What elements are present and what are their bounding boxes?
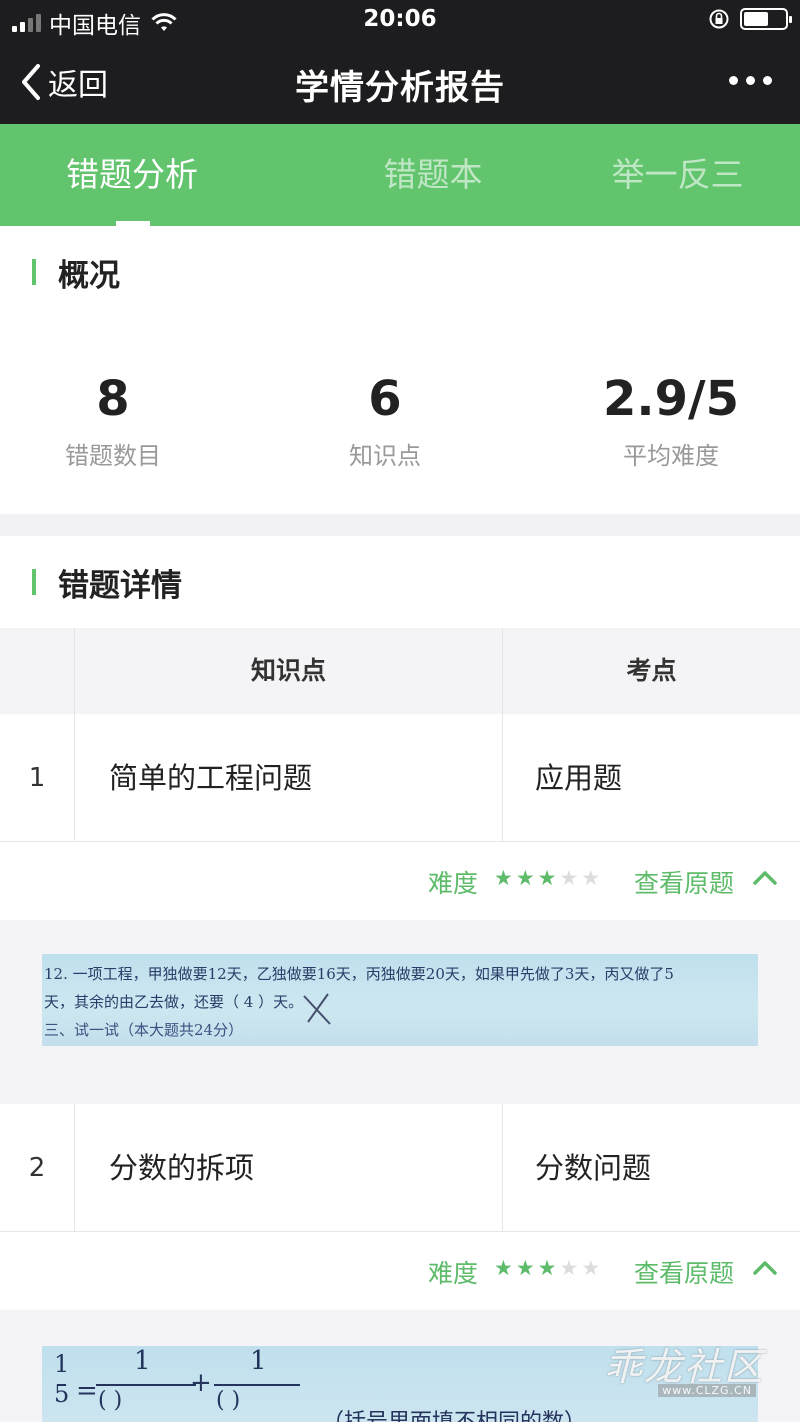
overview-header: 概况 — [0, 226, 800, 316]
table-header: 知识点 考点 — [0, 628, 800, 714]
status-bar: 中国电信 20:06 — [0, 0, 800, 40]
watermark-url: www.CLZG.CN — [658, 1384, 756, 1397]
row-topic: 应用题 — [502, 714, 800, 842]
question-image-area: 12. 一项工程，甲独做要12天，乙独做要16天，丙独做要20天，如果甲先做了3… — [0, 920, 800, 1104]
stat-label: 错题数目 — [65, 442, 161, 470]
question-text: 12. 一项工程，甲独做要12天，乙独做要16天，丙独做要20天，如果甲先做了3… — [42, 954, 758, 1044]
fraction-blank: ( ) — [216, 1388, 241, 1413]
chevron-up-icon[interactable] — [752, 1260, 778, 1276]
difficulty-label: 难度 — [428, 869, 479, 898]
fraction-blank: ( ) — [98, 1388, 123, 1413]
cross-mark-icon — [303, 993, 331, 1025]
tab-bar: 错题分析 错题本 举一反三 — [0, 124, 800, 226]
tab-wrong-book[interactable]: 错题本 — [311, 124, 556, 226]
fraction-numerator: 1 — [250, 1346, 267, 1376]
star-icon: ★ — [494, 1256, 513, 1280]
fraction-bar — [214, 1384, 300, 1386]
stat-label: 平均难度 — [623, 442, 719, 470]
stat-wrong-count: 8 错题数目 — [0, 366, 243, 476]
stat-value: 8 — [96, 371, 130, 427]
stat-knowledge-points: 6 知识点 — [255, 366, 515, 476]
row-index: 1 — [28, 763, 46, 793]
status-time: 20:06 — [363, 6, 437, 32]
watermark-logo: 乖龙社区 — [603, 1345, 764, 1389]
table-row: 2 分数的拆项 分数问题 — [0, 1104, 800, 1232]
details-header: 错题详情 — [0, 536, 800, 628]
star-icon: ★ — [559, 866, 579, 890]
star-icon: ★ — [581, 1256, 601, 1280]
star-icon: ★ — [494, 866, 513, 890]
status-right — [708, 8, 792, 30]
details-title: 错题详情 — [58, 568, 182, 604]
battery-icon — [740, 8, 792, 30]
stat-avg-difficulty: 2.9/5 平均难度 — [541, 366, 800, 476]
chevron-up-icon[interactable] — [752, 870, 778, 886]
difficulty-label: 难度 — [428, 1259, 479, 1288]
equals-sign: = — [76, 1376, 98, 1406]
question-line: 天，其余的由乙去做，还要（ 4 ）天。 — [44, 993, 304, 1011]
section-marker — [32, 259, 36, 285]
stat-value: 6 — [368, 371, 402, 427]
column-header-topic: 考点 — [502, 628, 800, 714]
fraction-numerator: 1 — [54, 1350, 70, 1378]
tab-practice[interactable]: 举一反三 — [555, 124, 800, 226]
view-original-button[interactable]: 查看原题 — [634, 864, 734, 900]
section-divider — [0, 514, 800, 536]
more-dot-icon — [746, 76, 755, 85]
question-line: 三、试一试（本大题共24分） — [44, 1021, 244, 1039]
fraction-numerator: 1 — [134, 1346, 151, 1376]
question-line: 12. 一项工程，甲独做要12天，乙独做要16天，丙独做要20天，如果甲先做了3… — [44, 965, 674, 983]
fraction-bar — [96, 1384, 196, 1386]
row-knowledge-point: 简单的工程问题 — [74, 714, 502, 842]
row-knowledge-point: 分数的拆项 — [74, 1104, 502, 1232]
star-icon: ★ — [581, 866, 601, 890]
rotation-lock-icon — [709, 9, 729, 29]
star-icon: ★ — [515, 1256, 535, 1280]
plus-sign: + — [190, 1368, 212, 1398]
difficulty-rating: ★ ★ ★ ★ ★ — [494, 1256, 600, 1280]
fraction-denominator: 5 — [54, 1380, 70, 1408]
overview-title: 概况 — [58, 258, 120, 294]
star-icon: ★ — [537, 866, 557, 890]
view-original-button[interactable]: 查看原题 — [634, 1254, 734, 1290]
overview-stats: 8 错题数目 6 知识点 2.9/5 平均难度 — [0, 316, 800, 514]
page-title: 学情分析报告 — [295, 68, 505, 108]
more-button[interactable] — [729, 76, 772, 85]
question-image: 12. 一项工程，甲独做要12天，乙独做要16天，丙独做要20天，如果甲先做了3… — [42, 954, 758, 1046]
table-row: 1 简单的工程问题 应用题 — [0, 714, 800, 842]
nav-bar: 返回 学情分析报告 — [0, 40, 800, 124]
more-dot-icon — [763, 76, 772, 85]
stat-value: 2.9/5 — [603, 371, 739, 427]
difficulty-rating: ★ ★ ★ ★ ★ — [494, 866, 600, 890]
stat-label: 知识点 — [349, 442, 421, 470]
more-dot-icon — [729, 76, 738, 85]
tab-wrong-analysis[interactable]: 错题分析 — [0, 124, 311, 226]
row-meta: 难度 ★ ★ ★ ★ ★ 查看原题 — [0, 1232, 800, 1310]
row-meta: 难度 ★ ★ ★ ★ ★ 查看原题 — [0, 842, 800, 920]
star-icon: ★ — [537, 1256, 557, 1280]
star-icon: ★ — [559, 1256, 579, 1280]
question-note: （括号里面填不相同的数） — [322, 1404, 586, 1422]
column-header-knowledge: 知识点 — [74, 628, 502, 714]
row-topic: 分数问题 — [502, 1104, 800, 1232]
section-marker — [32, 569, 36, 595]
star-icon: ★ — [515, 866, 535, 890]
row-index: 2 — [28, 1153, 46, 1183]
